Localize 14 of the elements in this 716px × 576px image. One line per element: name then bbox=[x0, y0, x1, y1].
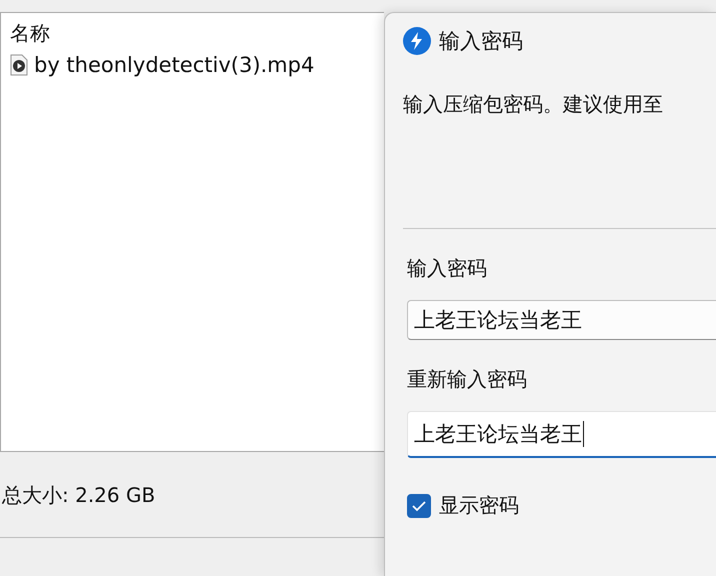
app-icon bbox=[403, 27, 431, 55]
dialog-description: 输入压缩包密码。建议使用至 bbox=[403, 91, 664, 118]
column-header[interactable]: 名称 bbox=[10, 19, 375, 47]
dialog-title: 输入密码 bbox=[439, 28, 523, 55]
total-size: 总大小: 2.26 GB bbox=[2, 482, 156, 509]
password-field[interactable]: 上老王论坛当老王 bbox=[407, 411, 716, 458]
file-name[interactable]: by theonlydetectiv(3).mp4 bbox=[34, 53, 314, 77]
check-icon bbox=[412, 500, 426, 512]
checkbox[interactable] bbox=[407, 494, 431, 518]
field-label: 输入密码 bbox=[407, 255, 488, 282]
password-field[interactable]: 上老王论坛当老王 bbox=[407, 300, 716, 340]
video-file-icon bbox=[10, 54, 28, 76]
checkbox-label[interactable]: 显示密码 bbox=[439, 492, 519, 519]
field-label: 重新输入密码 bbox=[407, 366, 528, 393]
